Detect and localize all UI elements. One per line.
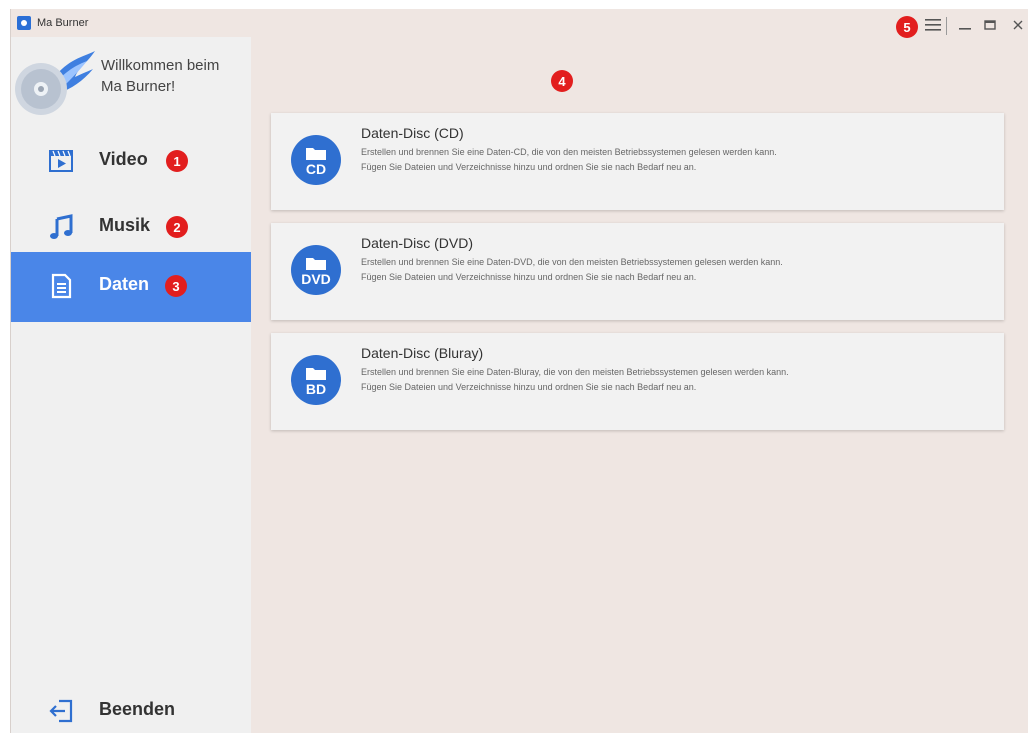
card-title: Daten-Disc (CD) bbox=[361, 125, 464, 141]
annotation-badge-3: 3 bbox=[165, 275, 187, 297]
folder-icon bbox=[306, 258, 326, 270]
card-description-1: Erstellen und brennen Sie eine Daten-CD,… bbox=[361, 147, 777, 157]
video-icon bbox=[49, 150, 73, 172]
app-logo-icon bbox=[17, 16, 31, 30]
disc-tag: DVD bbox=[301, 271, 331, 287]
app-window: Ma Burner 5 Willkommen beim Ma Burner! V… bbox=[10, 9, 1028, 733]
card-description-2: Fügen Sie Dateien und Verzeichnisse hinz… bbox=[361, 272, 697, 282]
document-icon bbox=[51, 273, 72, 299]
card-title: Daten-Disc (Bluray) bbox=[361, 345, 484, 361]
sidebar-item-label: Musik bbox=[99, 215, 151, 235]
sidebar-item-label: Video bbox=[99, 149, 148, 169]
minimize-button[interactable] bbox=[953, 13, 977, 37]
close-icon bbox=[1013, 20, 1023, 30]
sidebar-item-label: Daten bbox=[99, 274, 150, 294]
maximize-icon bbox=[984, 20, 996, 30]
card-description-1: Erstellen und brennen Sie eine Daten-Blu… bbox=[361, 367, 789, 377]
folder-icon bbox=[306, 148, 326, 160]
maximize-button[interactable] bbox=[978, 13, 1002, 37]
sidebar-item-daten[interactable]: Daten 3 bbox=[11, 252, 251, 322]
welcome-line-2: Ma Burner! bbox=[101, 78, 176, 95]
menu-icon[interactable] bbox=[921, 13, 945, 37]
card-description-2: Fügen Sie Dateien und Verzeichnisse hinz… bbox=[361, 162, 697, 172]
title-separator bbox=[946, 17, 947, 35]
disc-tag: BD bbox=[305, 381, 327, 397]
card-description-1: Erstellen und brennen Sie eine Daten-DVD… bbox=[361, 257, 783, 267]
annotation-badge-2: 2 bbox=[166, 216, 188, 238]
sidebar-item-beenden[interactable]: Beenden bbox=[11, 677, 251, 745]
card-data-disc-cd[interactable]: CD Daten-Disc (CD) Erstellen und brennen… bbox=[271, 113, 1004, 210]
title-bar: Ma Burner 5 bbox=[11, 9, 1028, 38]
minimize-icon bbox=[959, 28, 971, 30]
annotation-badge-1: 1 bbox=[166, 150, 188, 172]
card-data-disc-dvd[interactable]: DVD Daten-Disc (DVD) Erstellen und brenn… bbox=[271, 223, 1004, 320]
bd-disc-icon: BD bbox=[291, 355, 341, 405]
dvd-disc-icon: DVD bbox=[291, 245, 341, 295]
card-data-disc-bluray[interactable]: BD Daten-Disc (Bluray) Erstellen und bre… bbox=[271, 333, 1004, 430]
app-title: Ma Burner bbox=[37, 17, 89, 29]
sidebar-item-video[interactable]: Video 1 bbox=[11, 127, 251, 195]
welcome-header: Willkommen beim Ma Burner! bbox=[11, 37, 251, 123]
card-title: Daten-Disc (DVD) bbox=[361, 235, 474, 251]
annotation-badge-5: 5 bbox=[896, 16, 918, 38]
cd-disc-icon: CD bbox=[291, 135, 341, 185]
disc-tag: CD bbox=[305, 161, 327, 177]
sidebar-item-label: Beenden bbox=[99, 699, 176, 719]
music-note-icon bbox=[50, 214, 73, 239]
folder-icon bbox=[306, 368, 326, 380]
exit-icon bbox=[49, 699, 73, 723]
card-description-2: Fügen Sie Dateien und Verzeichnisse hinz… bbox=[361, 382, 697, 392]
sidebar-item-musik[interactable]: Musik 2 bbox=[11, 193, 251, 261]
welcome-line-1: Willkommen beim bbox=[101, 57, 220, 74]
annotation-badge-4: 4 bbox=[551, 70, 573, 92]
welcome-text: Willkommen beim Ma Burner! bbox=[101, 55, 219, 97]
close-button[interactable] bbox=[1006, 13, 1028, 37]
burning-disc-logo-icon bbox=[15, 51, 95, 115]
sidebar: Willkommen beim Ma Burner! Video 1 Musik bbox=[11, 37, 251, 733]
